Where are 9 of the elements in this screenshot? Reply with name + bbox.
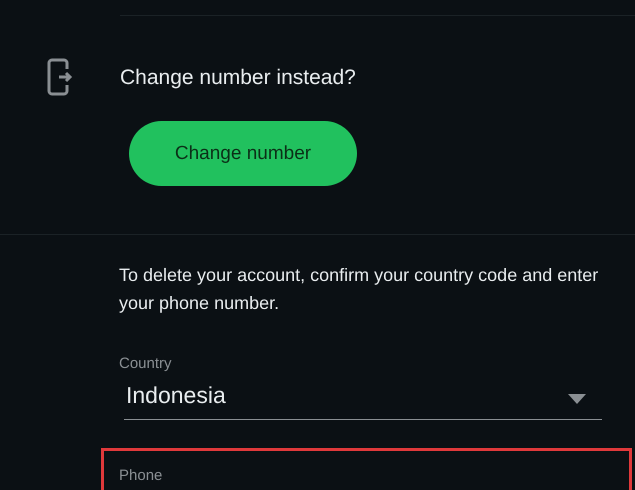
section-heading: Change number instead? [120, 65, 357, 91]
country-dropdown[interactable]: Indonesia [124, 382, 602, 420]
field-label: Country [119, 355, 173, 372]
field-label: Phone [119, 467, 162, 484]
country-value: Indonesia [126, 382, 226, 409]
phone-exit-icon [47, 58, 73, 96]
change-number-button[interactable]: Change number [129, 121, 357, 186]
instructions-text: To delete your account, confirm your country code and enter your phone number. [119, 264, 599, 315]
dropdown-caret-icon [568, 394, 586, 404]
